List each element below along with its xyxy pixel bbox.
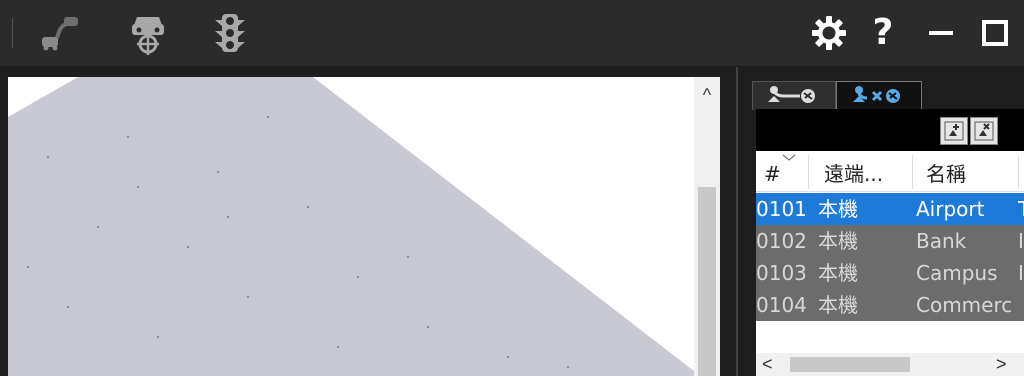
cell-name: Campus [916,261,998,285]
map-pane: ^ [0,67,736,376]
cell-remote: 本機 [818,293,858,317]
remove-node-icon [974,121,994,141]
tab-remote-nodes[interactable] [752,81,836,110]
remove-node-button[interactable] [970,117,998,145]
cell-extra: I [1018,229,1024,253]
cell-name: Commerc [916,293,1013,317]
map-viewport[interactable] [8,77,694,376]
node-disconnect-icon [853,86,900,103]
table-header: # 遠端... 名稱 [756,151,1024,192]
cell-extra: I [1018,261,1024,285]
column-header-remote[interactable]: 遠端... [824,151,883,191]
cell-extra: T [1018,193,1024,225]
add-node-button[interactable] [940,117,968,145]
minimize-button[interactable] [922,12,960,54]
top-toolbar: ? [0,0,1024,67]
table-row[interactable]: 0103 本機 Campus I [756,257,1024,289]
help-label: ? [872,12,894,53]
cell-id: 0102 [756,229,807,253]
add-node-icon [944,121,964,141]
cell-remote: 本機 [818,197,858,221]
cell-name: Airport [916,197,985,221]
minimize-icon [929,31,953,35]
settings-gear-icon[interactable] [810,12,848,54]
table-row[interactable]: 0101 本機 Airport T [756,193,1024,225]
cell-id: 0101 [756,197,807,221]
maximize-button[interactable] [976,12,1014,54]
car-target-icon[interactable] [126,10,170,56]
column-header-id[interactable]: # [764,151,781,191]
help-button[interactable]: ? [864,12,902,54]
scroll-left-button[interactable]: < [762,353,773,376]
route-car-icon[interactable] [38,10,82,56]
node-list-panel: # 遠端... 名稱 0101 本機 Airport T 0102 本機 Ban… [756,109,1024,376]
column-divider [1018,155,1019,189]
cell-id: 0104 [756,293,807,317]
map-vertical-scrollbar[interactable]: ^ [694,77,720,376]
scroll-thumb[interactable] [698,187,716,376]
cell-remote: 本機 [818,229,858,253]
cell-name: Bank [916,229,967,253]
terrain-surface [8,77,694,376]
column-header-name[interactable]: 名稱 [926,151,966,191]
toolbar-separator [12,18,13,48]
table-row[interactable]: 0102 本機 Bank I [756,225,1024,257]
column-divider [808,155,809,189]
table-row[interactable]: 0104 本機 Commerc [756,289,1024,321]
table-horizontal-scrollbar[interactable]: < > [756,353,1024,376]
cell-remote: 本機 [818,261,858,285]
maximize-icon [982,20,1008,46]
node-panel: # 遠端... 名稱 0101 本機 Airport T 0102 本機 Ban… [736,67,1024,376]
tab-local-nodes[interactable] [836,81,922,110]
sort-chevron-icon [782,154,796,161]
scroll-right-button[interactable]: > [996,353,1007,376]
column-divider [912,155,913,189]
tab-strip [738,75,1024,110]
traffic-light-icon[interactable] [208,10,252,56]
node-table: # 遠端... 名稱 0101 本機 Airport T 0102 本機 Ban… [756,151,1024,376]
scroll-thumb[interactable] [790,357,910,372]
node-remote-icon [768,86,815,103]
scroll-up-button[interactable]: ^ [694,85,720,111]
cell-id: 0103 [756,261,807,285]
